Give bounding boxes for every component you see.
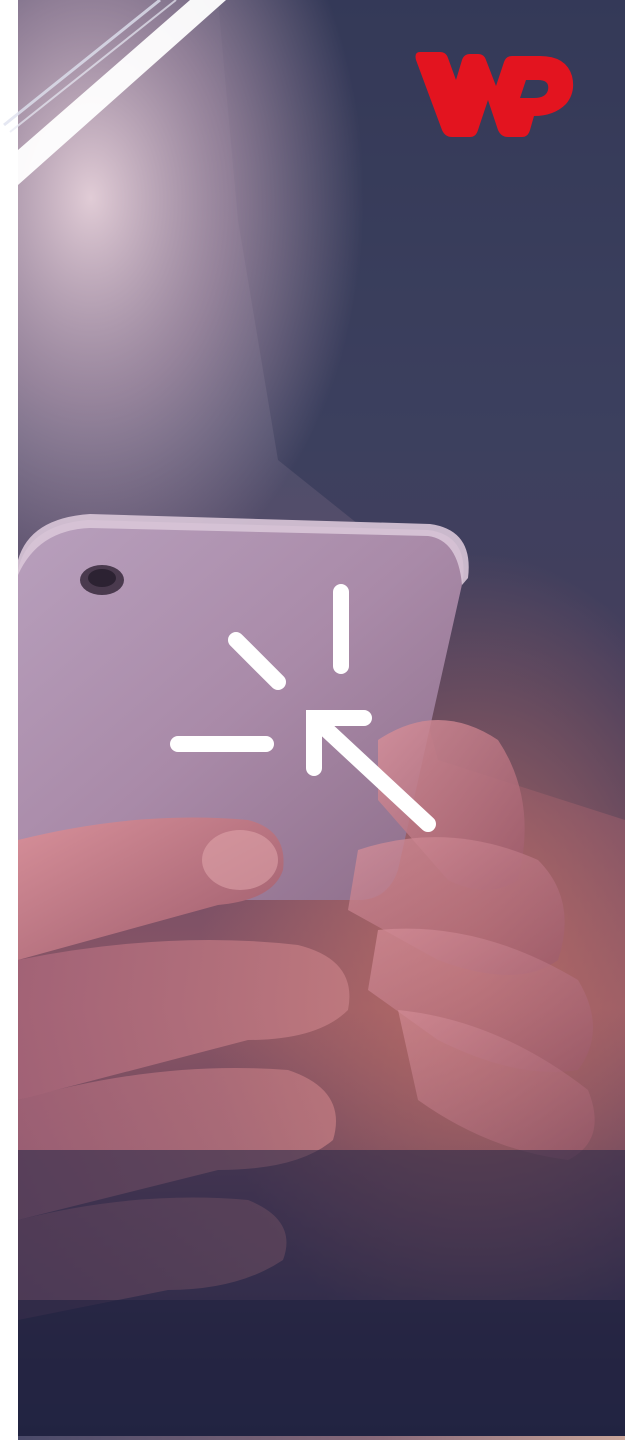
ad-banner[interactable] — [0, 0, 625, 1440]
wp-logo[interactable] — [414, 44, 578, 140]
click-cursor-icon — [170, 584, 436, 832]
bottom-edge — [18, 1436, 625, 1440]
